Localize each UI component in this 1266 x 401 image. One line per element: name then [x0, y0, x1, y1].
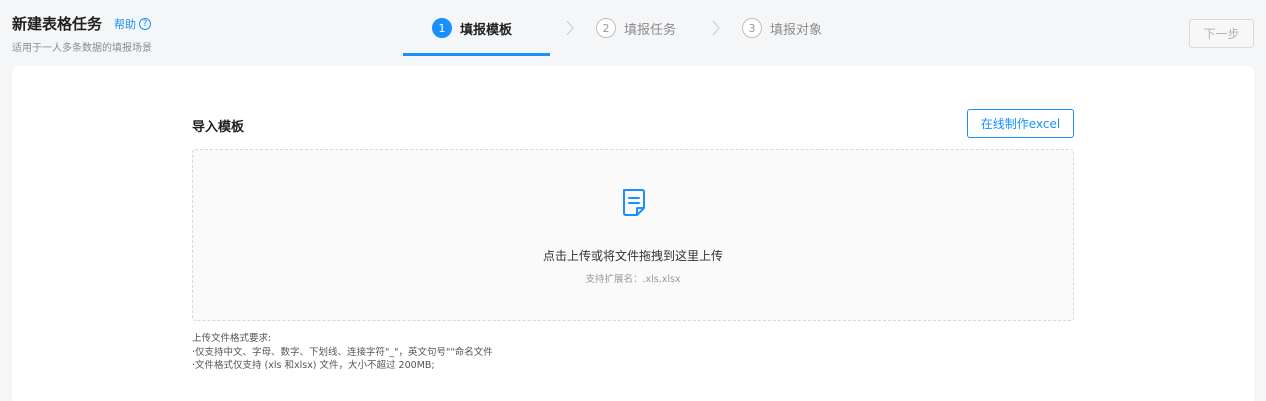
supported-extensions: 支持扩展名：.xls,xlsx — [585, 274, 681, 285]
step-template[interactable]: 1 填报模板 — [403, 0, 551, 56]
step-target[interactable]: 3 填报对象 — [736, 0, 822, 56]
step-task[interactable]: 2 填报任务 — [590, 0, 696, 56]
chevron-right-icon — [550, 20, 590, 36]
requirement-naming: ·仅支持中文、字母、数字、下划线、连接字符"_"，英文句号""命名文件 — [192, 346, 493, 358]
next-step-button[interactable]: 下一步 — [1189, 19, 1254, 48]
create-excel-online-button[interactable]: 在线制作excel — [967, 109, 1074, 138]
step-number-1: 1 — [432, 18, 452, 38]
step-number-3: 3 — [742, 18, 763, 38]
requirements-heading: 上传文件格式要求: — [192, 333, 272, 344]
upload-instruction: 点击上传或将文件拖拽到这里上传 — [542, 249, 723, 263]
upload-requirements: 上传文件格式要求: ·仅支持中文、字母、数字、下划线、连接字符"_"，英文句号"… — [192, 332, 493, 373]
help-label: 帮助 — [114, 18, 137, 31]
step-label-target: 填报对象 — [770, 22, 823, 38]
upload-dropzone[interactable]: 点击上传或将文件拖拽到这里上传 支持扩展名：.xls,xlsx — [192, 149, 1074, 321]
chevron-right-icon — [696, 20, 736, 36]
requirement-format-size: ·文件格式仅支持 (xls 和xlsx) 文件，大小不超过 200MB; — [192, 360, 435, 371]
page-subtitle: 适用于一人多条数据的填报场景 — [12, 43, 152, 54]
title-block: 新建表格任务 帮助 ? 适用于一人多条数据的填报场景 — [12, 14, 152, 54]
steps-nav: 1 填报模板 2 填报任务 3 填报对象 — [403, 0, 822, 56]
step-number-2: 2 — [596, 18, 617, 38]
help-link[interactable]: 帮助 ? — [114, 16, 152, 32]
step-label-template: 填报模板 — [460, 22, 513, 38]
title-row: 新建表格任务 帮助 ? — [12, 14, 152, 34]
import-card: 导入模板 在线制作excel 点击上传或将文件拖拽到这里上传 支持扩展名：.xl… — [12, 66, 1254, 401]
step-label-task: 填报任务 — [624, 22, 677, 38]
question-circle-icon: ? — [139, 18, 152, 30]
document-icon — [621, 188, 647, 222]
top-bar: 新建表格任务 帮助 ? 适用于一人多条数据的填报场景 1 填报模板 2 填报任务… — [0, 0, 1266, 66]
page-title: 新建表格任务 — [12, 15, 103, 33]
import-section-title: 导入模板 — [192, 120, 245, 135]
